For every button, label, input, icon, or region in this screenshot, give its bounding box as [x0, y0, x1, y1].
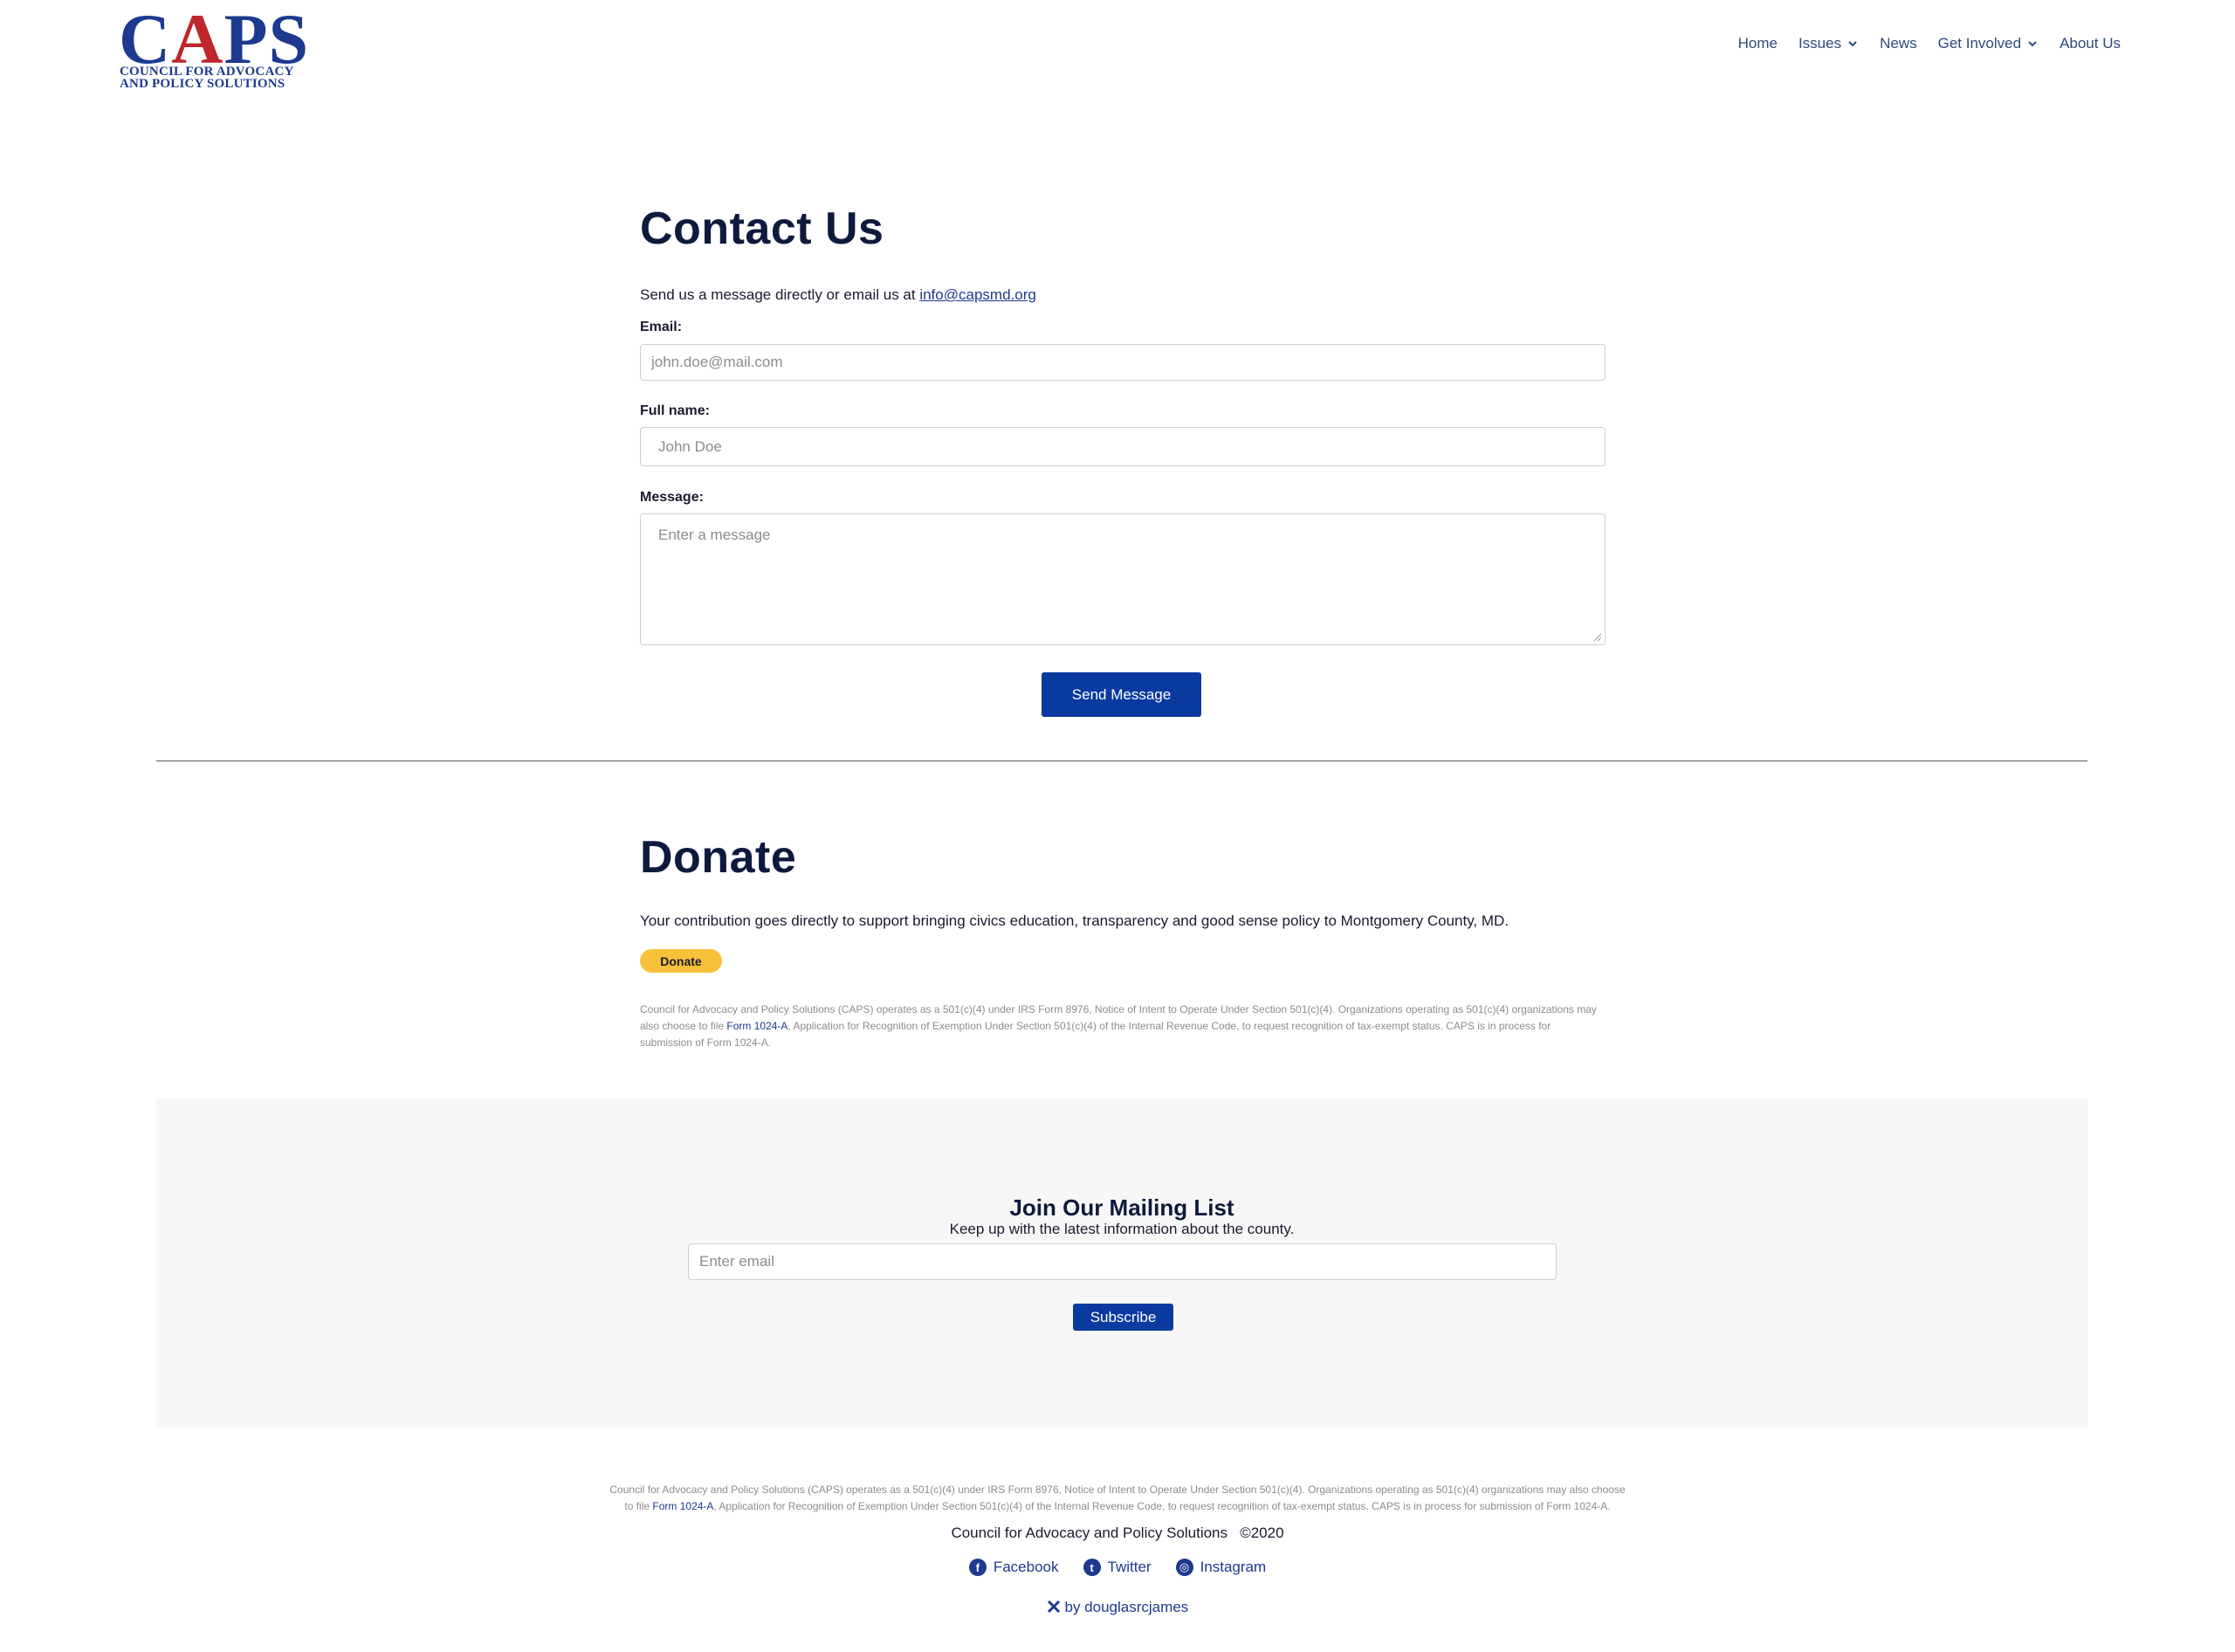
- donate-tax-notice: Council for Advocacy and Policy Solution…: [640, 1002, 1600, 1051]
- social-label: Instagram: [1200, 1559, 1267, 1575]
- message-placeholder: Enter a message: [658, 527, 771, 543]
- nav-item-label: Home: [1737, 35, 1778, 52]
- footer-credit[interactable]: by douglasrcjames: [0, 1599, 2235, 1616]
- subscribe-button[interactable]: Subscribe: [1073, 1304, 1173, 1331]
- contact-title: Contact Us: [640, 203, 884, 254]
- site-header: CAPS COUNCIL FOR ADVOCACY AND POLICY SOL…: [0, 0, 2235, 96]
- send-message-button[interactable]: Send Message: [1042, 672, 1201, 717]
- facebook-link[interactable]: f Facebook: [968, 1559, 1059, 1576]
- social-label: Twitter: [1107, 1559, 1152, 1575]
- footer-form-1024a-link[interactable]: Form 1024-A: [652, 1500, 713, 1512]
- mailing-email-placeholder: Enter email: [699, 1253, 774, 1270]
- main-nav: Home Issues News Get Involved About Us: [1738, 33, 2121, 54]
- twitter-icon: t: [1083, 1559, 1101, 1576]
- footer-notice-line1: Council for Advocacy and Policy Solution…: [609, 1483, 1626, 1496]
- footer-org-name: Council for Advocacy and Policy Solution…: [951, 1525, 1228, 1541]
- credit-text: by douglasrcjames: [1064, 1599, 1189, 1615]
- nav-item-about-us[interactable]: About Us: [2060, 35, 2121, 52]
- notice-text: , Application for Recognition of Exempti…: [713, 1500, 1611, 1512]
- email-field[interactable]: john.doe@mail.com: [640, 344, 1606, 381]
- mailing-email-input[interactable]: Enter email: [688, 1243, 1557, 1280]
- contact-intro: Send us a message directly or email us a…: [640, 286, 1606, 304]
- mailing-title: Join Our Mailing List: [1009, 1194, 1234, 1221]
- contact-intro-text: Send us a message directly or email us a…: [640, 286, 920, 303]
- footer-tax-notice: Council for Advocacy and Policy Solution…: [0, 1482, 2235, 1515]
- logo-subtitle-line2: AND POLICY SOLUTIONS: [120, 77, 285, 91]
- tools-icon: [1047, 1600, 1060, 1614]
- footer-copyright: ©2020: [1240, 1525, 1284, 1541]
- paypal-donate-button[interactable]: Donate: [640, 949, 722, 973]
- notice-text: to file: [624, 1500, 653, 1512]
- email-label: Email:: [640, 320, 683, 334]
- full-name-placeholder: John Doe: [658, 437, 722, 455]
- donate-text: Your contribution goes directly to suppo…: [640, 912, 1509, 929]
- logo-wordmark: CAPS: [119, 0, 310, 79]
- full-name-field[interactable]: John Doe: [640, 427, 1606, 466]
- nav-item-news[interactable]: News: [1880, 35, 1917, 52]
- nav-item-label: Get Involved: [1937, 35, 2022, 52]
- instagram-link[interactable]: ◎ Instagram: [1175, 1559, 1267, 1576]
- form-1024a-link[interactable]: Form 1024-A: [726, 1020, 787, 1032]
- logo-subtitle-line1: COUNCIL FOR ADVOCACY: [120, 65, 294, 79]
- facebook-icon: f: [968, 1559, 987, 1576]
- nav-item-label: Issues: [1798, 35, 1842, 52]
- nav-item-label: About Us: [2060, 35, 2121, 52]
- resize-handle-icon[interactable]: [1593, 633, 1602, 642]
- instagram-icon: ◎: [1175, 1559, 1193, 1576]
- donate-title: Donate: [640, 832, 797, 883]
- mailing-subtitle: Keep up with the latest information abou…: [949, 1221, 1295, 1237]
- caps-logo[interactable]: CAPS COUNCIL FOR ADVOCACY AND POLICY SOL…: [119, 3, 308, 91]
- twitter-link[interactable]: t Twitter: [1083, 1559, 1152, 1576]
- nav-item-home[interactable]: Home: [1738, 35, 1778, 52]
- social-label: Facebook: [993, 1559, 1059, 1575]
- chevron-down-icon: [2028, 41, 2037, 47]
- contact-email-link[interactable]: info@capsmd.org: [919, 286, 1036, 303]
- email-placeholder: john.doe@mail.com: [651, 354, 783, 370]
- nav-item-label: News: [1880, 35, 1917, 52]
- nav-item-issues[interactable]: Issues: [1798, 35, 1859, 52]
- nav-item-get-involved[interactable]: Get Involved: [1938, 35, 2039, 52]
- footer-org-line: Council for Advocacy and Policy Solution…: [0, 1525, 2235, 1542]
- full-name-label: Full name:: [640, 403, 711, 418]
- message-label: Message:: [640, 490, 704, 505]
- message-textarea[interactable]: Enter a message: [640, 513, 1606, 645]
- footer-notice-line2: to file Form 1024-A, Application for Rec…: [0, 1498, 2235, 1515]
- chevron-down-icon: [1848, 41, 1857, 47]
- social-links: f Facebook t Twitter ◎ Instagram: [0, 1559, 2235, 1576]
